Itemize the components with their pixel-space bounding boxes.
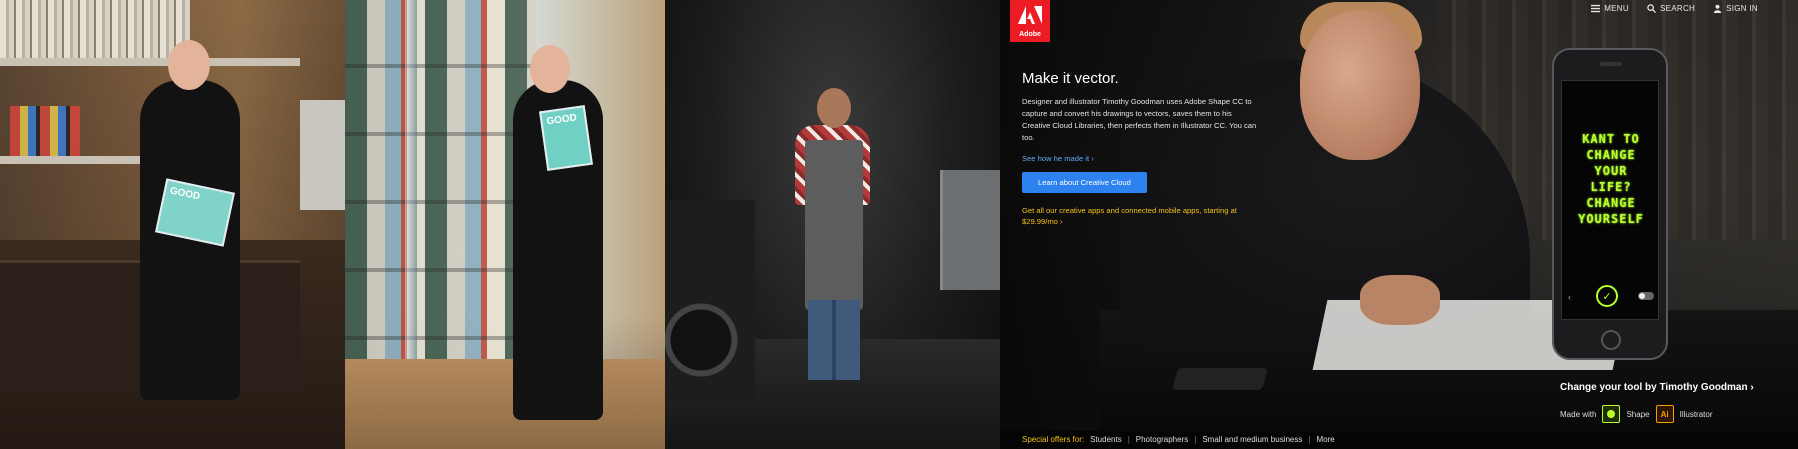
computer — [300, 100, 345, 210]
sign-in-button[interactable]: SIGN IN — [1713, 4, 1758, 13]
search-icon — [1647, 4, 1656, 13]
confirm-check-icon: ✓ — [1596, 285, 1618, 307]
adobe-hero-page: Adobe MENU SEARCH SIGN IN Make it vector… — [1000, 0, 1798, 449]
apron — [805, 140, 863, 310]
shape-app-label[interactable]: Shape — [1626, 410, 1649, 419]
photo-garage-craftsman — [665, 0, 1000, 449]
top-nav: MENU SEARCH SIGN IN — [1591, 4, 1758, 13]
lettering-line: YOUR LIFE? — [1590, 164, 1632, 194]
person-head — [530, 45, 570, 93]
offer-link-smb[interactable]: Small and medium business — [1202, 435, 1302, 445]
phone-speaker — [1600, 62, 1622, 66]
separator: | — [1194, 435, 1197, 444]
home-button — [1601, 330, 1621, 350]
toy-collection — [10, 106, 80, 156]
washing-machine — [940, 170, 1000, 290]
separator: | — [1127, 435, 1130, 444]
offer-link-photographers[interactable]: Photographers — [1136, 435, 1188, 445]
offer-link-students[interactable]: Students — [1090, 435, 1122, 445]
special-offers-label: Special offers for: — [1022, 435, 1085, 444]
magazine-title: GOOD — [168, 185, 201, 203]
phone-screen: KANT TO CHANGE YOUR LIFE? CHANGE YOURSEL… — [1561, 80, 1659, 320]
adobe-a-icon — [1018, 6, 1042, 24]
credit-link[interactable]: Change your tool by Timothy Goodman › — [1560, 382, 1754, 393]
shape-app-icon[interactable] — [1602, 405, 1621, 423]
magazine: GOOD — [539, 105, 593, 171]
illustrator-app-label[interactable]: Illustrator — [1680, 410, 1713, 419]
lettering-line: CHANGE — [1586, 148, 1636, 162]
person — [140, 80, 240, 400]
special-offers-bar: Special offers for: Students | Photograp… — [1000, 431, 1798, 449]
bookshelf — [0, 0, 190, 58]
learn-about-cc-button[interactable]: Learn about Creative Cloud — [1022, 172, 1147, 193]
menu-label: MENU — [1604, 4, 1629, 13]
magazine-title: GOOD — [545, 112, 578, 128]
vector-lettering: KANT TO CHANGE YOUR LIFE? CHANGE YOURSEL… — [1572, 131, 1650, 227]
sign-in-label: SIGN IN — [1726, 4, 1758, 13]
hero-copy: Make it vector. Designer and illustrator… — [1022, 70, 1262, 227]
drawing-hand — [1360, 275, 1440, 325]
floor — [345, 359, 665, 449]
separator: | — [1308, 435, 1311, 444]
search-button[interactable]: SEARCH — [1647, 4, 1695, 13]
back-chevron-icon: ‹ — [1568, 292, 1571, 302]
user-icon — [1713, 4, 1722, 13]
menu-button[interactable]: MENU — [1591, 4, 1629, 13]
search-label: SEARCH — [1659, 4, 1696, 13]
photo-designer-office: GOOD — [0, 0, 345, 449]
toggle-icon — [1638, 292, 1654, 300]
illustrator-app-icon[interactable]: Ai — [1655, 405, 1674, 423]
person-head — [817, 88, 851, 128]
smartphone: KANT TO CHANGE YOUR LIFE? CHANGE YOURSEL… — [1552, 48, 1668, 360]
hamburger-icon — [1591, 4, 1601, 13]
illustrator-face — [1300, 10, 1420, 160]
pricing-offer-link[interactable]: Get all our creative apps and connected … — [1022, 205, 1262, 227]
motorcycle — [665, 200, 755, 400]
phone-controls: ‹ ✓ — [1562, 285, 1660, 307]
offer-link-more[interactable]: More — [1316, 435, 1334, 445]
phone-on-table — [1172, 368, 1268, 390]
adobe-wordmark: Adobe — [1019, 31, 1041, 38]
photo-print-wall: GOOD — [345, 0, 665, 449]
person-head — [168, 40, 210, 90]
lettering-line: KANT TO — [1582, 132, 1640, 146]
print-wall — [345, 0, 535, 420]
hero-title: Make it vector. — [1022, 70, 1119, 87]
shelf — [0, 58, 300, 66]
lettering-line: YOURSELF — [1578, 212, 1644, 226]
made-with: Made with Shape Ai Illustrator — [1560, 405, 1713, 423]
hero-description: Designer and illustrator Timothy Goodman… — [1022, 97, 1257, 142]
jeans — [808, 300, 860, 380]
see-how-link[interactable]: See how he made it › — [1022, 154, 1262, 163]
adobe-logo[interactable]: Adobe — [1010, 0, 1050, 42]
lettering-line: CHANGE — [1586, 196, 1636, 210]
made-with-label: Made with — [1560, 409, 1597, 419]
